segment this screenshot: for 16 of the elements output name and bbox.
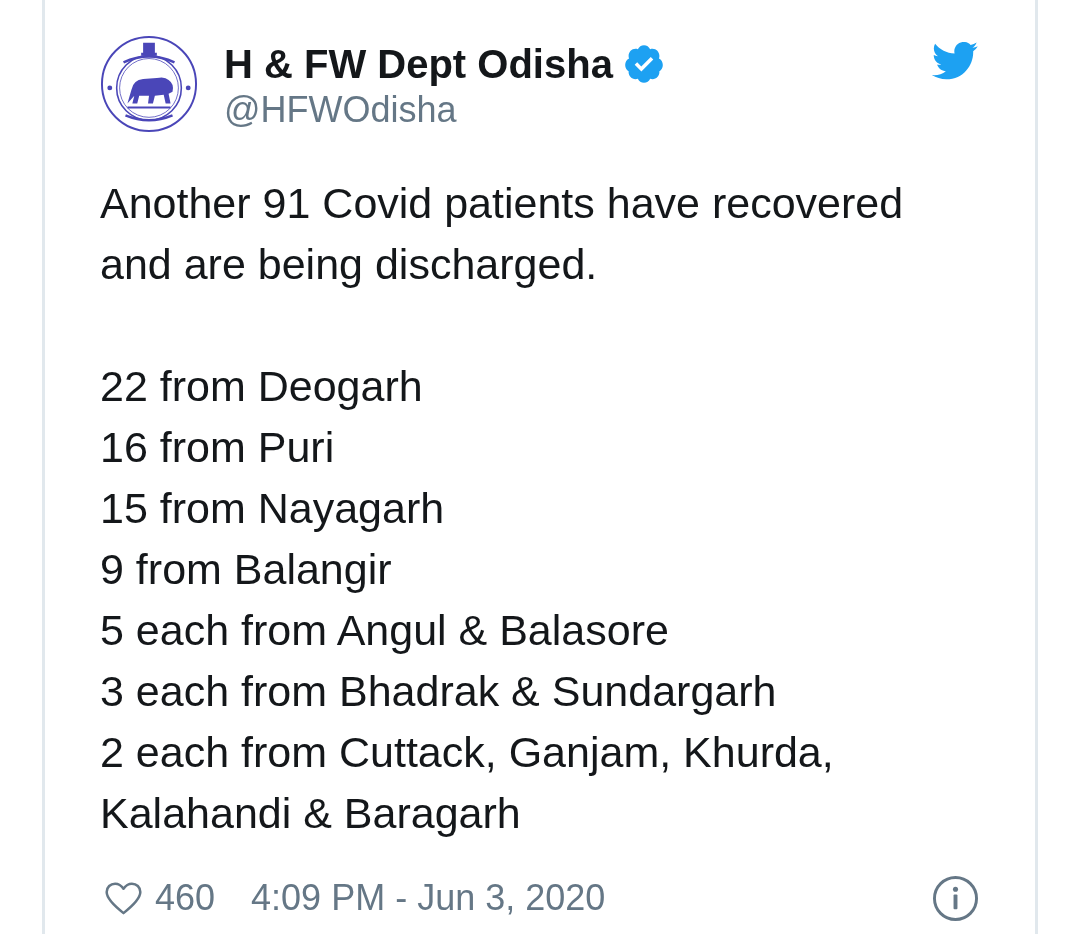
tweet-line: 16 from Puri (100, 422, 336, 473)
tweet-line: 22 from Deogarh (100, 361, 424, 412)
tweet-line: 3 each from Bhadrak & Sundargarh (100, 666, 778, 717)
bird-logo-icon[interactable] (930, 42, 978, 81)
account-handle[interactable]: @HFWOdisha (224, 88, 457, 132)
heart-icon[interactable] (105, 881, 142, 915)
tweet-timestamp[interactable]: 4:09 PM - Jun 3, 2020 (251, 876, 606, 920)
tweet-line: 15 from Nayagarh (100, 483, 446, 534)
tweet-line: 2 each from Cuttack, Ganjam, Khurda, Kalahandi & Baragarh (100, 727, 835, 839)
account-name[interactable]: H & FW Dept Odisha (224, 40, 613, 88)
info-icon[interactable] (933, 875, 978, 921)
tweet-line: 5 each from Angul & Balasore (100, 605, 670, 656)
tweet-text: Another 91 Covid patients have recovered and are being discharged. (100, 178, 905, 290)
like-count: 460 (155, 876, 216, 920)
tweet-line: 9 from Balangir (100, 544, 393, 595)
profile-seal-icon[interactable] (100, 35, 198, 133)
